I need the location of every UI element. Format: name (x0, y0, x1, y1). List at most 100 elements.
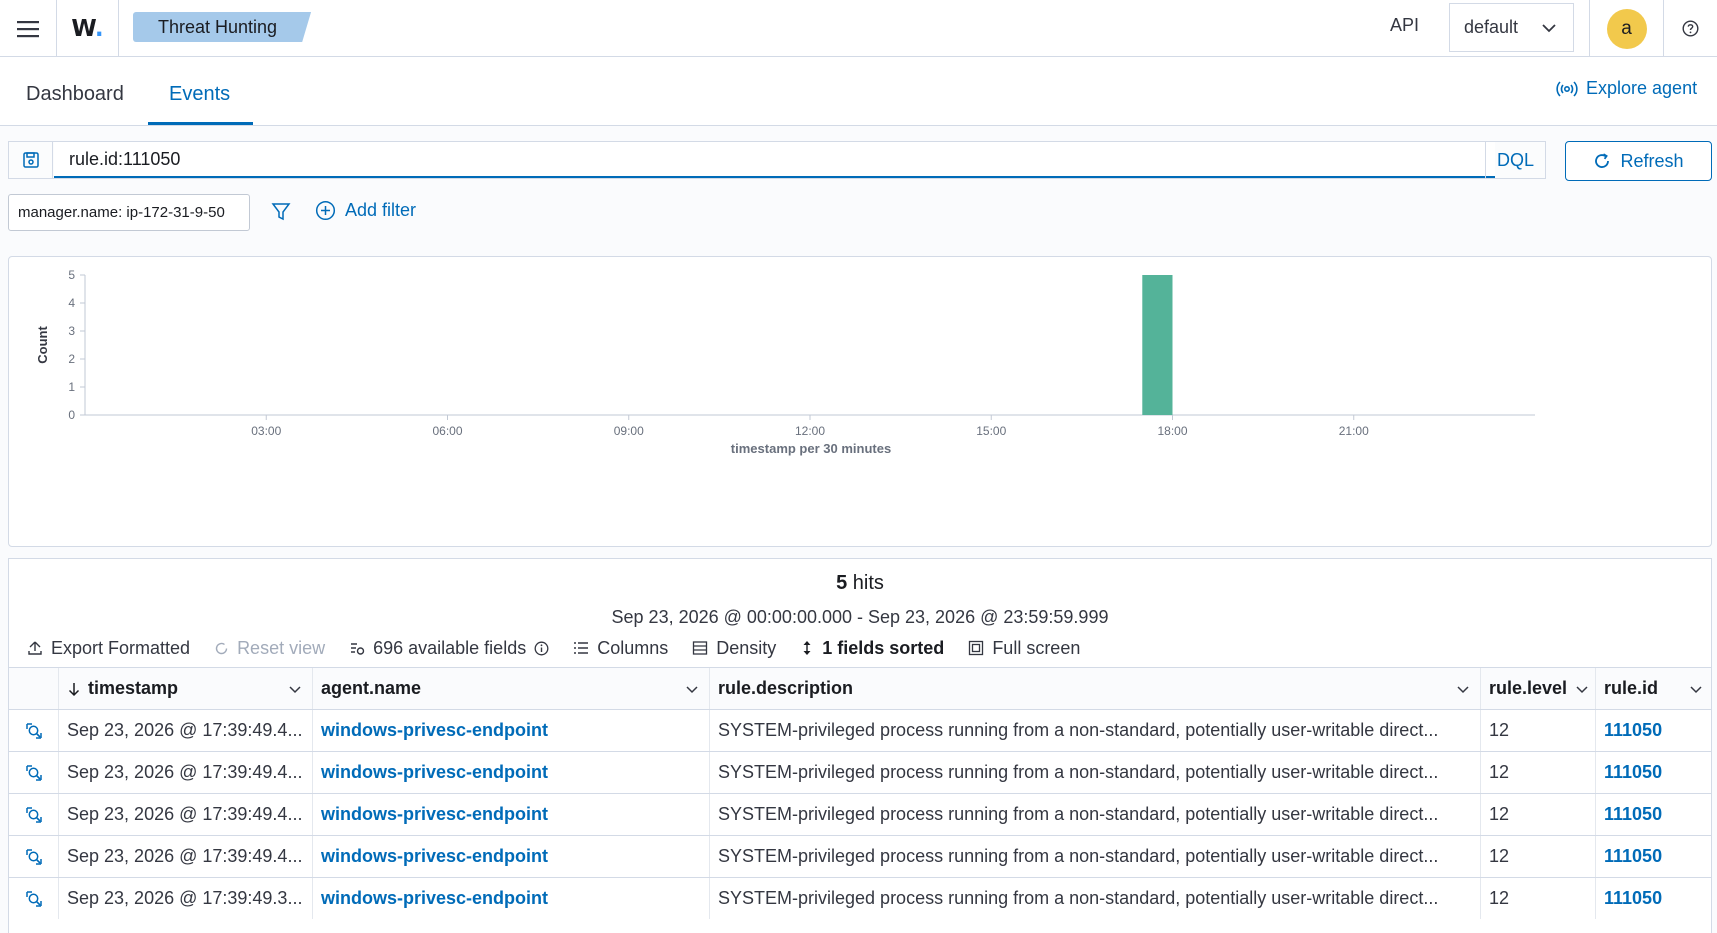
histogram-bar[interactable] (1142, 275, 1173, 415)
inspect-event-icon[interactable] (9, 878, 58, 919)
cell-rule-level: 12 (1480, 752, 1595, 793)
cell-agent-name-link[interactable]: windows-privesc-endpoint (312, 710, 709, 751)
sort-fields-button[interactable]: 1 fields sorted (800, 638, 944, 659)
tab-events[interactable]: Events (169, 83, 230, 106)
cell-rule-id-link[interactable]: 111050 (1595, 752, 1711, 793)
space-selector[interactable]: default (1449, 3, 1574, 52)
column-header-rule-level[interactable]: rule.level (1480, 668, 1595, 709)
hamburger-menu-icon[interactable] (0, 0, 57, 57)
column-header-rule-description[interactable]: rule.description (709, 668, 1480, 709)
breadcrumb-threat-hunting[interactable]: Threat Hunting (133, 12, 312, 42)
cell-rule-level: 12 (1480, 878, 1595, 919)
add-filter-button[interactable]: Add filter (315, 200, 416, 221)
date-range: Sep 23, 2026 @ 00:00:00.000 - Sep 23, 20… (611, 607, 1109, 627)
refresh-button[interactable]: Refresh (1565, 141, 1712, 181)
refresh-icon (215, 642, 228, 654)
chevron-down-icon[interactable] (288, 682, 302, 696)
search-bar: rule.id:111050 DQL (8, 141, 1546, 179)
chevron-down-icon[interactable] (685, 682, 699, 696)
density-button[interactable]: Density (692, 638, 776, 659)
inspect-event-icon[interactable] (9, 752, 58, 793)
hits-label: hits (852, 572, 884, 594)
cell-rule-description: SYSTEM-privileged process running from a… (709, 752, 1480, 793)
table-density-icon (693, 641, 708, 655)
cell-agent-name-link[interactable]: windows-privesc-endpoint (312, 836, 709, 877)
cell-timestamp: Sep 23, 2026 @ 17:39:49.4... (58, 710, 312, 751)
cell-rule-level: 12 (1480, 710, 1595, 751)
inspect-event-icon[interactable] (9, 710, 58, 751)
avatar[interactable]: a (1606, 8, 1647, 49)
logo-text: W. (71, 15, 104, 42)
refresh-icon (1595, 153, 1610, 168)
chevron-down-icon[interactable] (1689, 682, 1703, 696)
table-row: Sep 23, 2026 @ 17:39:49.4... windows-priv… (9, 751, 1711, 793)
cell-rule-description: SYSTEM-privileged process running from a… (709, 710, 1480, 751)
cell-rule-id-link[interactable]: 111050 (1595, 878, 1711, 919)
y-tick-label: 2 (68, 352, 75, 366)
add-filter-label: Add filter (345, 200, 417, 220)
fullscreen-icon (969, 640, 984, 656)
table-header-row: timestamp agent.name rule.description ru… (9, 667, 1711, 709)
export-formatted-button[interactable]: Export Formatted (27, 638, 190, 659)
y-tick-label: 0 (68, 408, 75, 422)
export-label: Export Formatted (51, 637, 191, 658)
column-header-rule-id[interactable]: rule.id (1595, 668, 1711, 709)
table-row: Sep 23, 2026 @ 17:39:49.4... windows-priv… (9, 793, 1711, 835)
columns-button[interactable]: Columns (573, 638, 668, 659)
info-icon (534, 641, 549, 655)
tab-dashboard[interactable]: Dashboard (26, 83, 124, 106)
tab-bar: Dashboard Events Explore agent (0, 57, 1717, 126)
table-row: Sep 23, 2026 @ 17:39:49.4... windows-priv… (9, 709, 1711, 751)
x-tick-label: 21:00 (1339, 424, 1369, 438)
reset-view-button[interactable]: Reset view (214, 638, 325, 659)
y-tick-label: 1 (68, 380, 75, 394)
reset-view-label: Reset view (237, 637, 326, 658)
cell-timestamp: Sep 23, 2026 @ 17:39:49.4... (58, 836, 312, 877)
column-header-agent-name[interactable]: agent.name (312, 668, 709, 709)
cell-timestamp: Sep 23, 2026 @ 17:39:49.3... (58, 878, 312, 919)
cell-rule-description: SYSTEM-privileged process running from a… (709, 836, 1480, 877)
y-tick-label: 3 (68, 324, 75, 338)
cell-agent-name-link[interactable]: windows-privesc-endpoint (312, 794, 709, 835)
chevron-down-icon (1542, 24, 1556, 33)
filter-pill-manager-name[interactable]: manager.name: ip-172-31-9-50 (8, 194, 250, 231)
filter-icon[interactable] (270, 201, 292, 223)
x-tick-label: 06:00 (432, 424, 462, 438)
cell-rule-id-link[interactable]: 111050 (1595, 710, 1711, 751)
cell-agent-name-link[interactable]: windows-privesc-endpoint (312, 752, 709, 793)
saved-query-icon[interactable] (9, 142, 53, 178)
list-icon (574, 642, 589, 654)
hits-number: 5 (836, 572, 848, 594)
full-screen-label: Full screen (992, 637, 1081, 658)
user-menu[interactable]: a (1589, 0, 1664, 57)
x-tick-label: 15:00 (976, 424, 1006, 438)
x-tick-label: 12:00 (795, 424, 825, 438)
cell-rule-id-link[interactable]: 111050 (1595, 794, 1711, 835)
columns-label: Columns (597, 637, 669, 658)
space-selected-value: default (1464, 17, 1519, 37)
chevron-down-icon[interactable] (1575, 682, 1589, 696)
logo[interactable]: W. (57, 0, 119, 57)
api-link[interactable]: API (1390, 15, 1419, 36)
events-table: timestamp agent.name rule.description ru… (9, 667, 1711, 919)
sort-fields-label: 1 fields sorted (822, 637, 945, 658)
full-screen-button[interactable]: Full screen (968, 638, 1080, 659)
cell-agent-name-link[interactable]: windows-privesc-endpoint (312, 878, 709, 919)
header-expand-column (9, 668, 58, 709)
column-header-timestamp[interactable]: timestamp (58, 668, 312, 709)
available-fields-label: 696 available fields (373, 637, 527, 658)
explore-agent-button[interactable]: Explore agent (1556, 78, 1697, 99)
cell-timestamp: Sep 23, 2026 @ 17:39:49.4... (58, 752, 312, 793)
query-language-button[interactable]: DQL (1485, 142, 1545, 178)
chevron-down-icon[interactable] (1456, 682, 1470, 696)
search-input[interactable]: rule.id:111050 (54, 142, 1495, 178)
cell-rule-description: SYSTEM-privileged process running from a… (709, 878, 1480, 919)
inspect-event-icon[interactable] (9, 836, 58, 877)
help-icon[interactable] (1664, 0, 1717, 57)
x-tick-label: 03:00 (251, 424, 281, 438)
hits-count: 5 hits (9, 572, 1711, 595)
available-fields-button[interactable]: 696 available fields (349, 638, 549, 659)
cell-rule-id-link[interactable]: 111050 (1595, 836, 1711, 877)
inspect-event-icon[interactable] (9, 794, 58, 835)
x-tick-label: 09:00 (614, 424, 644, 438)
